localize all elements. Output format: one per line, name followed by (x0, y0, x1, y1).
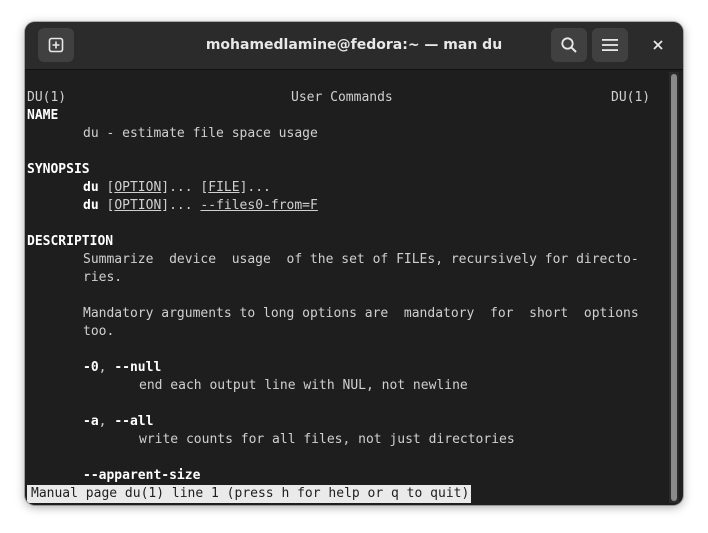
search-icon (561, 37, 577, 53)
terminal-content[interactable]: DU(1) User Commands DU(1) NAME du - estima… (25, 70, 667, 505)
description-line: Mandatory arguments to long options are … (83, 306, 639, 321)
section-synopsis-heading: SYNOPSIS (27, 162, 90, 177)
synopsis-command: du (83, 198, 99, 213)
option-null-description: end each output line with NUL, not newli… (139, 378, 468, 393)
terminal-window: mohamedlamine@fedora:~ — man du DU(1) Use… (25, 22, 683, 505)
scrollbar-thumb[interactable] (671, 74, 677, 501)
header-bar: mohamedlamine@fedora:~ — man du (25, 22, 683, 70)
new-tab-button[interactable] (38, 28, 74, 62)
man-header: DU(1) User Commands DU(1) (27, 71, 650, 105)
synopsis-line-2: du [OPTION]... --files0-from=F (83, 198, 318, 213)
name-text: du - estimate file space usage (83, 126, 318, 141)
search-button[interactable] (551, 28, 587, 62)
option-long: --all (114, 414, 154, 429)
man-header-center: User Commands (291, 90, 393, 105)
synopsis-ellipsis: ... (247, 180, 271, 195)
scrollbar[interactable] (669, 72, 679, 503)
close-button[interactable] (645, 32, 671, 58)
synopsis-command: du (83, 180, 99, 195)
section-name-heading: NAME (27, 108, 59, 123)
synopsis-ellipsis: ... (169, 180, 193, 195)
hamburger-menu-icon (602, 39, 618, 51)
option-short: -0 (83, 360, 99, 375)
option-all: -a, --all (83, 414, 154, 429)
synopsis-files0-from: --files0-from=F (200, 198, 318, 213)
option-null: -0, --null (83, 360, 162, 375)
synopsis-ellipsis: ... (169, 198, 193, 213)
menu-button[interactable] (592, 28, 628, 62)
man-header-left: DU(1) (27, 90, 67, 105)
new-tab-icon (48, 37, 64, 53)
option-apparent-size: --apparent-size (83, 468, 201, 483)
description-line: ries. (83, 270, 123, 285)
option-short: -a (83, 414, 99, 429)
description-line: Summarize device usage of the set of FIL… (83, 252, 639, 267)
option-all-description: write counts for all files, not just dir… (139, 432, 515, 447)
close-icon (653, 40, 663, 50)
synopsis-option: OPTION (114, 180, 162, 195)
description-line: too. (83, 324, 115, 339)
synopsis-line-1: du [OPTION]... [FILE]... (83, 180, 271, 195)
pager-status-bar: Manual page du(1) line 1 (press h for he… (27, 485, 472, 503)
synopsis-option: OPTION (114, 198, 162, 213)
man-header-right: DU(1) (611, 90, 651, 105)
option-long: --null (114, 360, 162, 375)
section-description-heading: DESCRIPTION (27, 234, 114, 249)
synopsis-file: FILE (208, 180, 240, 195)
